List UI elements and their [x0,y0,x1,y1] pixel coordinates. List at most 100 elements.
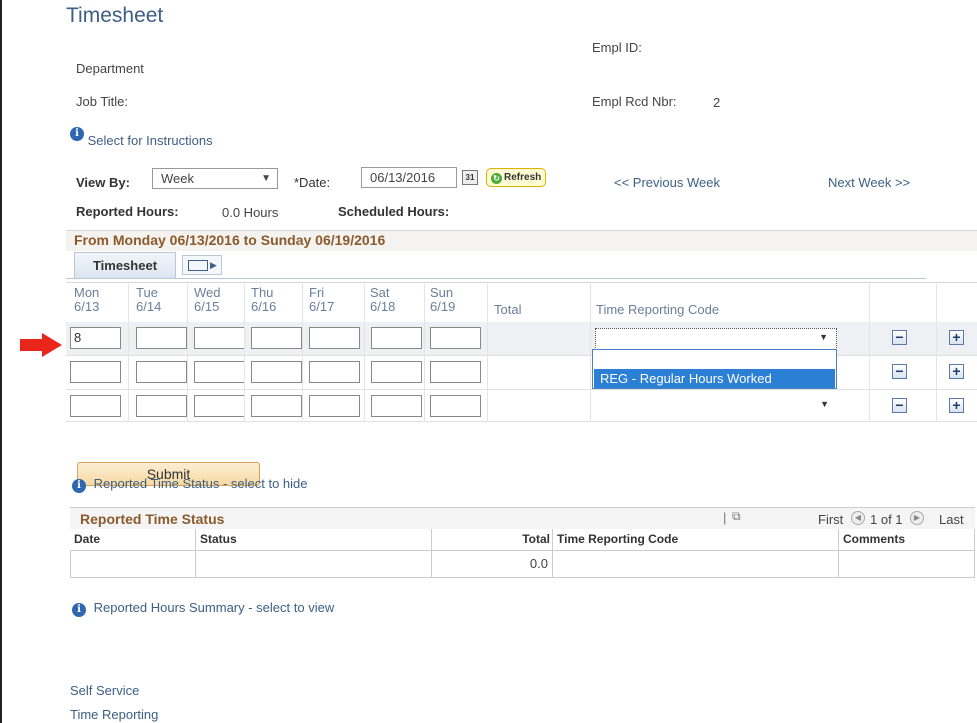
add-row-button[interactable]: + [949,398,964,413]
delete-row-button[interactable]: − [892,330,907,345]
day-header-sun: Sun 6/19 [430,285,456,314]
column-divider [187,282,188,422]
hours-input-thu[interactable] [251,327,302,349]
period-bar: From Monday 06/13/2016 to Sunday 06/19/2… [66,230,977,251]
hours-input-wed[interactable] [194,361,245,383]
column-divider [244,282,245,422]
info-icon: i [70,127,84,141]
table-row: ▼ − + [66,389,977,422]
col-header-date: Date [70,529,196,551]
grid-icon [188,260,208,271]
column-divider [364,282,365,422]
grid-header: Mon 6/13 Tue 6/14 Wed 6/15 Thu 6/16 Fri 6/17 … [66,282,977,322]
col-header-total: Total [432,529,553,551]
view-by-value: Week [161,171,194,186]
trc-dropdown-list: REG - Regular Hours Worked [592,349,837,389]
empl-id-label: Empl ID: [592,40,642,55]
rts-title: Reported Time Status [80,511,225,527]
column-divider [128,282,129,422]
nav-count: 1 of 1 [870,512,903,527]
trc-select[interactable]: ▼ [595,396,837,418]
rts-toggle-label: Reported Time Status - select to hide [93,476,308,491]
rts-cell-trc [553,551,839,578]
column-divider [936,282,937,422]
hours-input-thu[interactable] [251,361,302,383]
hours-input-sun[interactable] [430,327,481,349]
hours-input-sat[interactable] [371,327,422,349]
department-label: Department [76,61,144,76]
hours-input-mon[interactable]: 8 [70,327,121,349]
trc-select[interactable]: ▼ [595,328,837,350]
info-icon: i [72,603,86,617]
page-title: Timesheet [66,4,164,27]
column-divider [487,282,488,422]
refresh-label: Refresh [504,172,542,183]
calendar-icon[interactable]: 31 [462,170,478,185]
hours-input-fri[interactable] [309,361,360,383]
col-header-status: Status [196,529,432,551]
col-header-trc: Time Reporting Code [553,529,839,551]
window-border [0,0,2,723]
hours-input-sat[interactable] [371,361,422,383]
view-by-label: View By: [76,175,130,190]
column-divider [424,282,425,422]
period-range: From Monday 06/13/2016 to Sunday 06/19/2… [74,232,386,248]
hours-input-wed[interactable] [194,395,245,417]
delete-row-button[interactable]: − [892,364,907,379]
zoom-icon[interactable]: ⧉ [732,509,741,524]
tab-show-all-columns[interactable]: ▶ [182,255,222,275]
hours-input-mon[interactable] [70,361,121,383]
rts-toggle-link[interactable]: i Reported Time Status - select to hide [72,476,308,493]
column-divider [302,282,303,422]
hours-input-sun[interactable] [430,395,481,417]
chevron-down-icon: ▼ [819,332,828,342]
trc-header: Time Reporting Code [596,302,720,317]
trc-option-reg[interactable]: REG - Regular Hours Worked [594,369,835,388]
day-header-wed: Wed 6/15 [194,285,221,314]
next-icon[interactable]: ▶ [910,511,924,525]
hours-input-thu[interactable] [251,395,302,417]
previous-week-link[interactable]: << Previous Week [614,175,720,190]
info-icon: i [72,479,86,493]
refresh-button[interactable]: ↻ Refresh [486,168,547,187]
add-row-button[interactable]: + [949,364,964,379]
tab-timesheet[interactable]: Timesheet [74,252,176,278]
nav-last-link[interactable]: Last [939,512,964,527]
col-header-comments: Comments [839,529,975,551]
day-header-tue: Tue 6/14 [136,285,162,314]
hours-input-wed[interactable] [194,327,245,349]
view-by-select[interactable]: Week ▼ [152,168,278,189]
instructions-link[interactable]: i Select for Instructions [70,124,213,148]
hours-input-sun[interactable] [430,361,481,383]
add-row-button[interactable]: + [949,330,964,345]
hours-input-fri[interactable] [309,395,360,417]
instructions-link-label: Select for Instructions [87,133,213,148]
table-row: 8 ▼ − + [66,322,977,355]
arrow-right-icon: ▶ [210,260,217,270]
chevron-down-icon: ▼ [820,399,829,409]
hours-input-tue[interactable] [136,327,187,349]
scheduled-hours-label: Scheduled Hours: [338,204,450,219]
hours-input-mon[interactable] [70,395,121,417]
tab-divider [66,278,926,279]
rts-cell-total: 0.0 [432,551,553,578]
hours-input-tue[interactable] [136,361,187,383]
previous-icon[interactable]: ◀ [851,511,865,525]
time-reporting-link[interactable]: Time Reporting [70,707,158,722]
hours-input-sat[interactable] [371,395,422,417]
red-arrow-icon [20,333,62,357]
date-input[interactable]: 06/13/2016 [361,167,457,188]
hours-input-tue[interactable] [136,395,187,417]
next-week-link[interactable]: Next Week >> [828,175,910,190]
table-row: − + [66,355,977,388]
day-header-sat: Sat 6/18 [370,285,396,314]
date-label: *Date: [294,175,331,190]
nav-first-link[interactable]: First [818,512,843,527]
hours-input-fri[interactable] [309,327,360,349]
self-service-link[interactable]: Self Service [70,683,139,698]
summary-toggle-link[interactable]: i Reported Hours Summary - select to vie… [72,600,334,617]
separator: | [723,510,727,525]
delete-row-button[interactable]: − [892,398,907,413]
column-divider [869,282,870,422]
job-title-label: Job Title: [76,94,129,109]
